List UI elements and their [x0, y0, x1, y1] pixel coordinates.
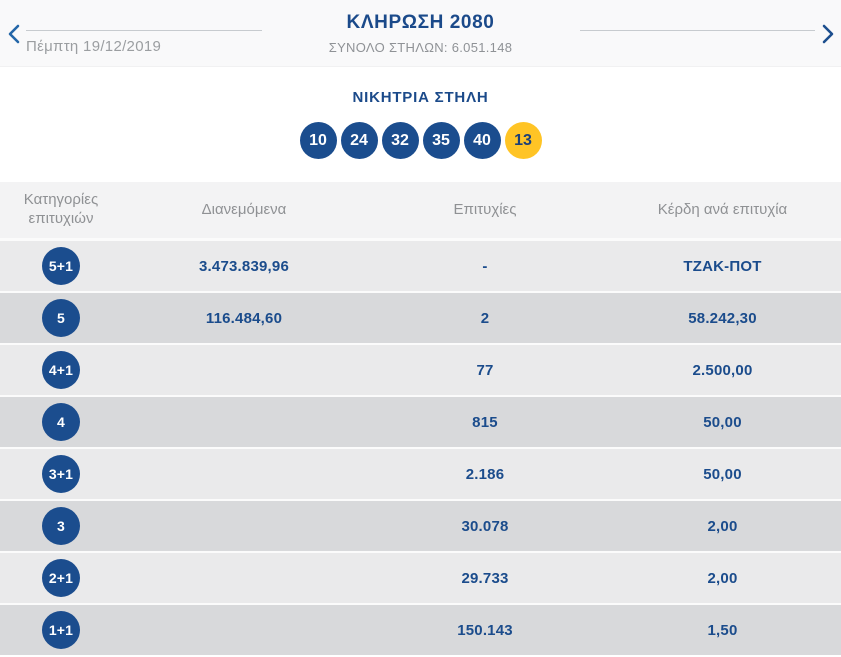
winners-cell: 30.078 [461, 517, 509, 535]
distributed-cell: 3.473.839,96 [199, 257, 289, 275]
table-header-distributed: Διανεμόμενα [201, 200, 287, 218]
table-header-prize: Κέρδη ανά επιτυχία [657, 200, 788, 218]
category-cell: 3+1 [0, 455, 122, 493]
prize-cell: 50,00 [703, 465, 742, 483]
winning-number-value: 13 [514, 131, 532, 149]
category-badge: 4+1 [42, 351, 80, 389]
table-row: 4+1 77 2.500,00 [0, 345, 841, 395]
category-cell: 1+1 [0, 611, 122, 649]
prize-cell: 2,00 [707, 517, 738, 535]
winning-number-value: 10 [309, 131, 327, 149]
prize-cell: 2,00 [707, 569, 738, 587]
table-row: 2+1 29.733 2,00 [0, 553, 841, 603]
table-header-categories: Κατηγορίες επιτυχιών [23, 191, 99, 227]
prev-draw-button[interactable] [0, 24, 26, 44]
category-badge: 3+1 [42, 455, 80, 493]
draw-title: ΚΛΗΡΩΣΗ 2080 [346, 12, 495, 33]
distributed-cell: 116.484,60 [205, 309, 283, 327]
header-left-block: Πέμπτη 19/12/2019 [26, 30, 262, 55]
winning-number-ball: 24 [340, 122, 378, 159]
winning-number-value: 24 [350, 131, 368, 149]
category-cell: 5 [0, 299, 122, 337]
header-right-block [579, 30, 815, 31]
draw-date: Πέμπτη 19/12/2019 [26, 38, 162, 55]
table-row: 5 116.484,60 2 58.242,30 [0, 293, 841, 343]
winners-cell: 815 [472, 413, 498, 431]
table-row: 3 30.078 2,00 [0, 501, 841, 551]
prize-cell: 1,50 [707, 621, 738, 639]
draw-header: Πέμπτη 19/12/2019 ΚΛΗΡΩΣΗ 2080 ΣΥΝΟΛΟ ΣΤ… [0, 0, 841, 67]
prize-cell: 50,00 [703, 413, 742, 431]
prize-cell: ΤΖΑΚ-ΠΟΤ [683, 257, 762, 275]
winners-cell: 150.143 [457, 621, 513, 639]
category-badge: 5+1 [42, 247, 80, 285]
category-cell: 4+1 [0, 351, 122, 389]
winning-number-ball: 35 [422, 122, 460, 159]
table-header-row: Κατηγορίες επιτυχιών Διανεμόμενα Επιτυχί… [0, 182, 841, 238]
category-badge: 1+1 [42, 611, 80, 649]
winning-numbers: 10 24 32 35 40 13 [0, 122, 841, 159]
table-row: 3+1 2.186 50,00 [0, 449, 841, 499]
winning-number-ball: 40 [463, 122, 501, 159]
next-draw-button[interactable] [815, 24, 841, 44]
chevron-right-icon [822, 24, 833, 44]
winners-cell: 77 [476, 361, 494, 379]
table-row: 4 815 50,00 [0, 397, 841, 447]
category-cell: 3 [0, 507, 122, 545]
table-header-winners: Επιτυχίες [453, 200, 517, 218]
category-badge: 4 [42, 403, 80, 441]
category-badge: 3 [42, 507, 80, 545]
prize-cell: 58.242,30 [688, 309, 757, 327]
winning-number-ball: 32 [381, 122, 419, 159]
total-columns: ΣΥΝΟΛΟ ΣΤΗΛΩΝ: 6.051.148 [328, 40, 513, 55]
results-table: Κατηγορίες επιτυχιών Διανεμόμενα Επιτυχί… [0, 182, 841, 655]
category-badge: 5 [42, 299, 80, 337]
prize-cell: 2.500,00 [692, 361, 753, 379]
winning-number-value: 35 [432, 131, 450, 149]
table-row: 1+1 150.143 1,50 [0, 605, 841, 655]
winning-column-title: ΝΙΚΗΤΡΙΑ ΣΤΗΛΗ [352, 89, 489, 106]
winners-cell: 2 [480, 309, 490, 327]
winning-number-ball: 10 [299, 122, 337, 159]
winning-number-ball-bonus: 13 [504, 122, 542, 159]
chevron-left-icon [8, 24, 19, 44]
category-cell: 5+1 [0, 247, 122, 285]
winning-number-value: 40 [473, 131, 491, 149]
winning-column-section: ΝΙΚΗΤΡΙΑ ΣΤΗΛΗ 10 24 32 35 40 13 [0, 67, 841, 182]
header-center-block: ΚΛΗΡΩΣΗ 2080 ΣΥΝΟΛΟ ΣΤΗΛΩΝ: 6.051.148 [276, 0, 566, 55]
header-left-rule [26, 30, 262, 31]
category-cell: 2+1 [0, 559, 122, 597]
winners-cell: 29.733 [461, 569, 509, 587]
category-badge: 2+1 [42, 559, 80, 597]
winners-cell: 2.186 [465, 465, 505, 483]
header-right-rule [579, 30, 815, 31]
table-row: 5+1 3.473.839,96 - ΤΖΑΚ-ΠΟΤ [0, 241, 841, 291]
winners-cell: - [482, 257, 488, 275]
category-cell: 4 [0, 403, 122, 441]
winning-number-value: 32 [391, 131, 409, 149]
